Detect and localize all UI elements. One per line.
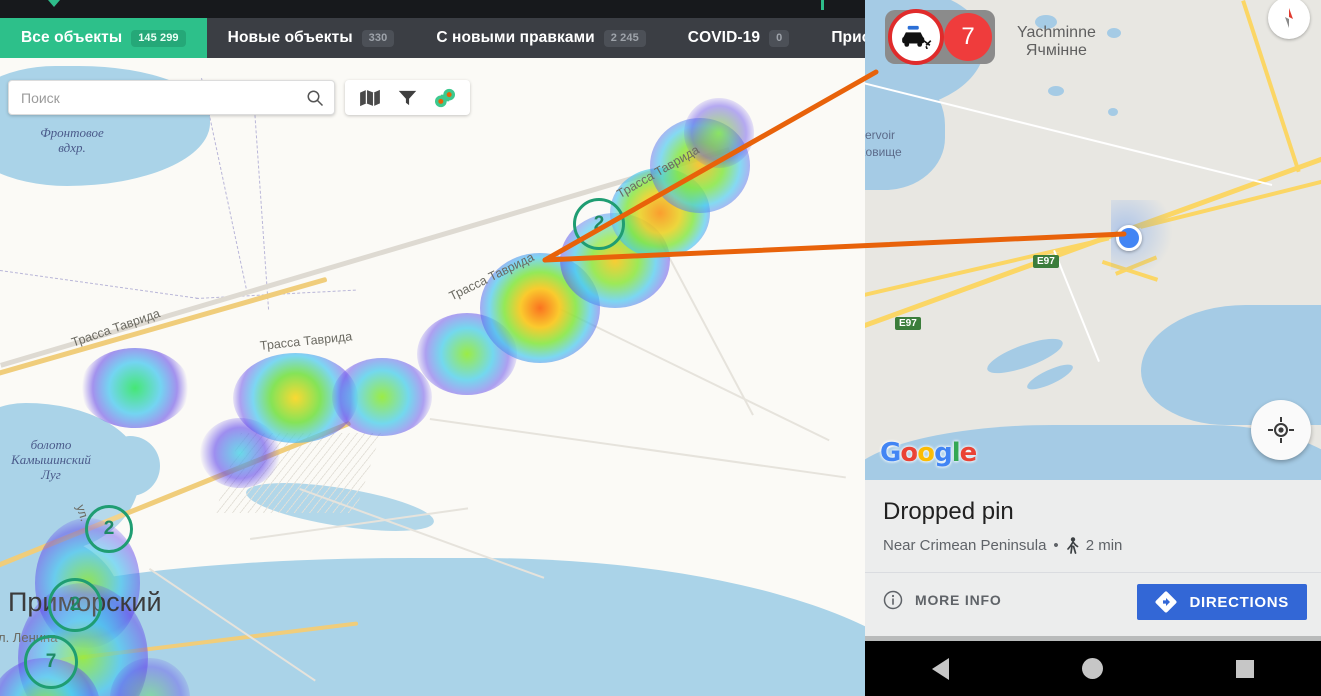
road-shield-e97: E97 bbox=[1033, 255, 1059, 268]
android-recents-button[interactable] bbox=[1236, 659, 1255, 678]
dropped-pin-dot[interactable] bbox=[1116, 225, 1142, 251]
road-minor-2 bbox=[429, 418, 846, 479]
road-minor-1 bbox=[559, 308, 830, 442]
logo-letter: o bbox=[917, 438, 935, 468]
tab-label: Новые объекты bbox=[227, 29, 353, 46]
pond-small bbox=[118, 488, 134, 504]
town-name-latin: Yachminne bbox=[1017, 24, 1096, 41]
label-road-tavrida: Трасса Таврида bbox=[259, 329, 353, 353]
label-road-tavrida: Трасса Таврида bbox=[446, 250, 537, 304]
logo-letter: e bbox=[959, 438, 978, 468]
heat-blob bbox=[417, 313, 517, 395]
place-subtitle: Near Crimean Peninsula • 2 min bbox=[883, 537, 1122, 554]
speed-camera-icon bbox=[888, 9, 944, 65]
tab-label: COVID-19 bbox=[687, 29, 761, 46]
search-icon[interactable] bbox=[306, 89, 324, 107]
tab-new-edits[interactable]: С новыми правками 2 245 bbox=[415, 18, 666, 58]
camera-count-value: 7 bbox=[961, 23, 975, 50]
speed-camera-count: 7 bbox=[944, 13, 992, 61]
subtitle-separator: • bbox=[1053, 537, 1059, 554]
tab-count: 0 bbox=[769, 29, 790, 47]
directions-label: DIRECTIONS bbox=[1189, 593, 1289, 611]
tab-new-objects[interactable]: Новые объекты 330 bbox=[207, 18, 416, 58]
tab-label: С новыми правками bbox=[436, 29, 595, 46]
cluster-count: 2 bbox=[103, 518, 115, 539]
android-phone-overlay: E97 E97 servoir осховище Yachminne Ячмін… bbox=[865, 0, 1321, 696]
my-location-button[interactable] bbox=[1251, 400, 1311, 460]
admin-boundary-1 bbox=[0, 270, 199, 299]
android-home-button[interactable] bbox=[1081, 658, 1103, 679]
compass-icon[interactable] bbox=[1268, 0, 1310, 39]
cluster-marker[interactable]: 2 bbox=[48, 578, 102, 632]
search-input[interactable] bbox=[19, 88, 306, 107]
heatmap-map-canvas[interactable]: Фронтовое вдхр. болото Камышинский Луг Прим… bbox=[0, 58, 880, 696]
directions-button[interactable]: DIRECTIONS bbox=[1137, 584, 1307, 620]
tab-covid-19[interactable]: COVID-19 0 bbox=[667, 18, 811, 58]
map-tools[interactable] bbox=[345, 80, 470, 115]
map-layers-icon[interactable] bbox=[359, 89, 381, 107]
more-info-label: MORE INFO bbox=[915, 592, 1002, 608]
cluster-count: 2 bbox=[69, 594, 81, 615]
heatmap-icon[interactable] bbox=[434, 88, 456, 108]
tab-count: 330 bbox=[361, 29, 395, 47]
directions-arrow-icon bbox=[1155, 591, 1177, 613]
bay-streak-2 bbox=[1024, 360, 1076, 394]
logo-letter: g bbox=[934, 438, 953, 468]
logo-letter: G bbox=[880, 438, 901, 468]
speed-camera-chip[interactable]: 7 bbox=[885, 9, 995, 65]
road-minor-6 bbox=[658, 238, 754, 416]
accent-tick bbox=[821, 0, 824, 10]
label-reservoir-latin: servoir bbox=[865, 128, 896, 142]
road-e97-branch bbox=[865, 236, 1110, 299]
google-map-canvas[interactable]: E97 E97 servoir осховище Yachminne Ячмін… bbox=[865, 0, 1321, 480]
walk-duration: 2 min bbox=[1085, 537, 1123, 554]
label-town: Yachminne Ячмінне bbox=[1017, 24, 1096, 61]
walking-person-icon bbox=[1066, 537, 1079, 554]
cluster-marker[interactable]: 2 bbox=[85, 505, 133, 553]
logo-letter: l bbox=[951, 438, 961, 468]
cluster-count: 7 bbox=[45, 651, 57, 672]
place-info-card: Dropped pin Near Crimean Peninsula • 2 m… bbox=[865, 480, 1321, 636]
town-name-cyrillic: Ячмінне bbox=[1025, 42, 1087, 60]
cluster-count: 2 bbox=[593, 213, 605, 234]
label-swamp-kamyshinsky: болото Камышинский Луг bbox=[11, 437, 91, 482]
cluster-marker[interactable]: 7 bbox=[24, 635, 78, 689]
cluster-marker[interactable]: 2 bbox=[573, 198, 625, 250]
place-near: Near Crimean Peninsula bbox=[883, 537, 1047, 554]
tab-all-objects[interactable]: Все объекты 145 299 bbox=[0, 18, 207, 58]
object-tabs[interactable]: Все объекты 145 299 Новые объекты 330 С … bbox=[0, 18, 880, 58]
logo-letter: o bbox=[900, 438, 918, 468]
android-navigation-bar[interactable] bbox=[865, 641, 1321, 696]
screen-root: Все объекты 145 299 Новые объекты 330 С … bbox=[0, 0, 1321, 696]
tab-count: 145 299 bbox=[131, 29, 186, 47]
tab-count: 2 245 bbox=[603, 29, 646, 47]
app-top-strip bbox=[0, 0, 880, 18]
google-logo: Google bbox=[880, 438, 978, 468]
chevron-down-icon bbox=[48, 0, 60, 7]
my-location-icon bbox=[1268, 417, 1294, 443]
card-divider bbox=[865, 572, 1321, 573]
label-reservoir-cyrillic: осховище bbox=[865, 145, 902, 159]
tab-label: Все объекты bbox=[21, 29, 123, 46]
road-shield-e97: E97 bbox=[895, 317, 921, 330]
map-search-overlay bbox=[8, 80, 470, 115]
label-reservoir-frontovoye: Фронтовое вдхр. bbox=[40, 125, 104, 155]
filter-icon[interactable] bbox=[398, 89, 417, 107]
lake-small bbox=[1107, 28, 1121, 38]
search-box[interactable] bbox=[8, 80, 335, 115]
info-icon bbox=[883, 590, 903, 610]
android-back-button[interactable] bbox=[931, 657, 949, 680]
lake-small bbox=[1108, 108, 1118, 116]
more-info-button[interactable]: MORE INFO bbox=[883, 590, 1002, 610]
sea-bottom bbox=[0, 558, 880, 696]
pond-mid bbox=[100, 436, 160, 496]
label-road-tavrida: Трасса Таврида bbox=[614, 142, 702, 202]
heatmap-web-app: Все объекты 145 299 Новые объекты 330 С … bbox=[0, 0, 880, 696]
place-title: Dropped pin bbox=[883, 498, 1014, 525]
lake-small bbox=[1048, 86, 1064, 96]
